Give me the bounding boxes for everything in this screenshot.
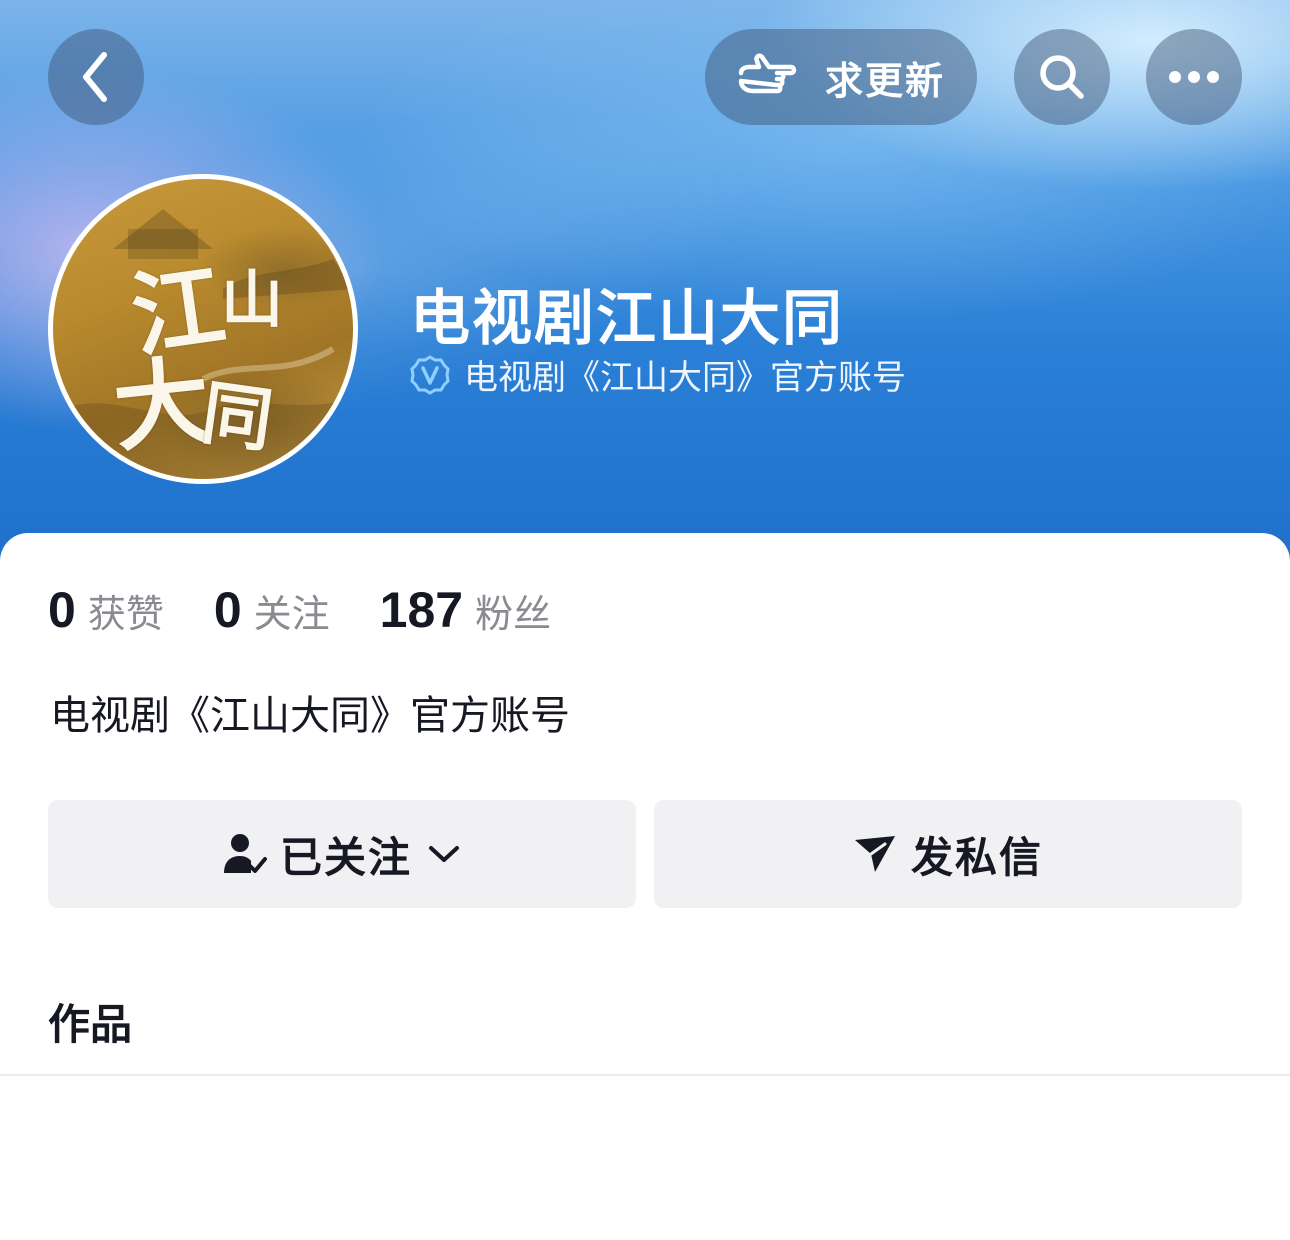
stat-followers-value: 187 — [379, 582, 464, 638]
search-button[interactable] — [1014, 29, 1110, 125]
stat-following[interactable]: 0 关注 — [214, 581, 330, 639]
back-button[interactable] — [48, 29, 144, 125]
avatar-glyph-2: 山 — [221, 263, 284, 336]
avatar[interactable]: 江 山 大 同 — [48, 174, 358, 484]
stat-likes: 0 获赞 — [48, 581, 164, 639]
stat-likes-value: 0 — [48, 582, 76, 638]
chevron-left-icon — [83, 52, 107, 102]
verified-text: 电视剧《江山大同》官方账号 — [464, 358, 906, 398]
stat-followers[interactable]: 187 粉丝 — [380, 581, 551, 639]
user-check-icon — [223, 834, 267, 873]
request-update-button[interactable]: 求更新 — [705, 29, 977, 125]
avatar-glyph-4: 同 — [196, 370, 278, 463]
profile-card: 0 获赞 0 关注 187 粉丝 电视剧《江山大同》官方账号 已关注 发私信 作… — [0, 533, 1290, 1240]
more-options-button[interactable] — [1146, 29, 1242, 125]
pointing-hand-icon — [738, 53, 797, 94]
tab-works[interactable]: 作品 — [48, 991, 132, 1052]
chevron-down-icon — [429, 846, 459, 862]
send-message-button[interactable]: 发私信 — [654, 800, 1242, 908]
search-icon — [1040, 55, 1084, 99]
stat-followers-label: 粉丝 — [475, 592, 552, 636]
stat-following-label: 关注 — [253, 592, 330, 636]
stat-following-value: 0 — [213, 582, 242, 638]
followed-button[interactable]: 已关注 — [48, 800, 636, 908]
more-dots-icon — [1169, 71, 1219, 83]
verified-info: 电视剧《江山大同》官方账号 — [410, 350, 906, 399]
profile-bio: 电视剧《江山大同》官方账号 — [50, 693, 570, 739]
verified-badge-icon — [410, 354, 450, 395]
profile-name: 电视剧江山大同 — [410, 284, 844, 354]
stat-likes-label: 获赞 — [87, 592, 164, 636]
followed-label: 已关注 — [279, 832, 412, 882]
request-update-label: 求更新 — [825, 58, 946, 103]
profile-header-background: 求更新 江 山 大 同 电视剧江山大同 电视剧《江山大同》官方账号 — [0, 0, 1290, 580]
send-message-label: 发私信 — [910, 832, 1043, 882]
tab-divider — [0, 1074, 1290, 1076]
stats-row: 0 获赞 0 关注 187 粉丝 — [48, 581, 601, 639]
paper-plane-icon — [854, 836, 895, 872]
